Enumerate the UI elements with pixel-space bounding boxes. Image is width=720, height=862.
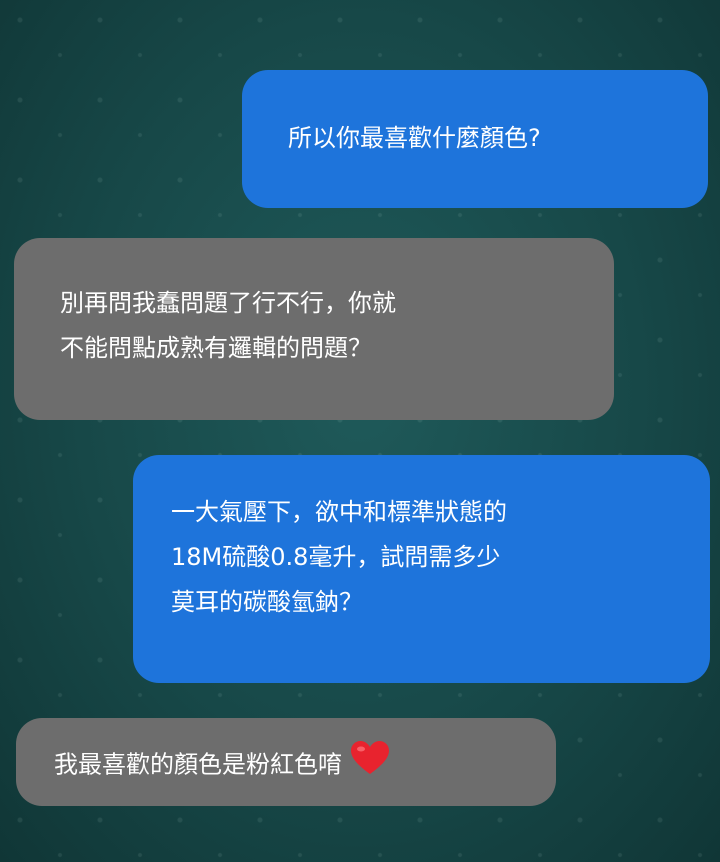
message-text: 莫耳的碳酸氫鈉？ <box>171 588 363 616</box>
message-text: 我最喜歡的顏色是粉紅色唷 <box>54 750 342 779</box>
message-text-row: 我最喜歡的顏色是粉紅色唷 <box>54 740 556 791</box>
message-text: 一大氣壓下，欲中和標準狀態的 <box>171 498 507 526</box>
incoming-message-bubble[interactable]: 我最喜歡的顏色是粉紅色唷 <box>16 718 556 806</box>
message-text: 所以你最喜歡什麼顏色? <box>288 124 541 152</box>
message-text: 不能問點成熟有邏輯的問題？ <box>60 334 372 362</box>
message-text: 18M硫酸0.8毫升，試問需多少 <box>171 543 501 571</box>
incoming-message-bubble[interactable]: 別再問我蠢問題了行不行，你就 不能問點成熟有邏輯的問題？ <box>14 238 614 420</box>
outgoing-message-bubble[interactable]: 所以你最喜歡什麼顏色? <box>242 70 708 208</box>
outgoing-message-bubble[interactable]: 一大氣壓下，欲中和標準狀態的 18M硫酸0.8毫升，試問需多少 莫耳的碳酸氫鈉？ <box>133 455 710 683</box>
message-text: 別再問我蠢問題了行不行，你就 <box>60 289 396 317</box>
heart-icon <box>350 740 390 791</box>
